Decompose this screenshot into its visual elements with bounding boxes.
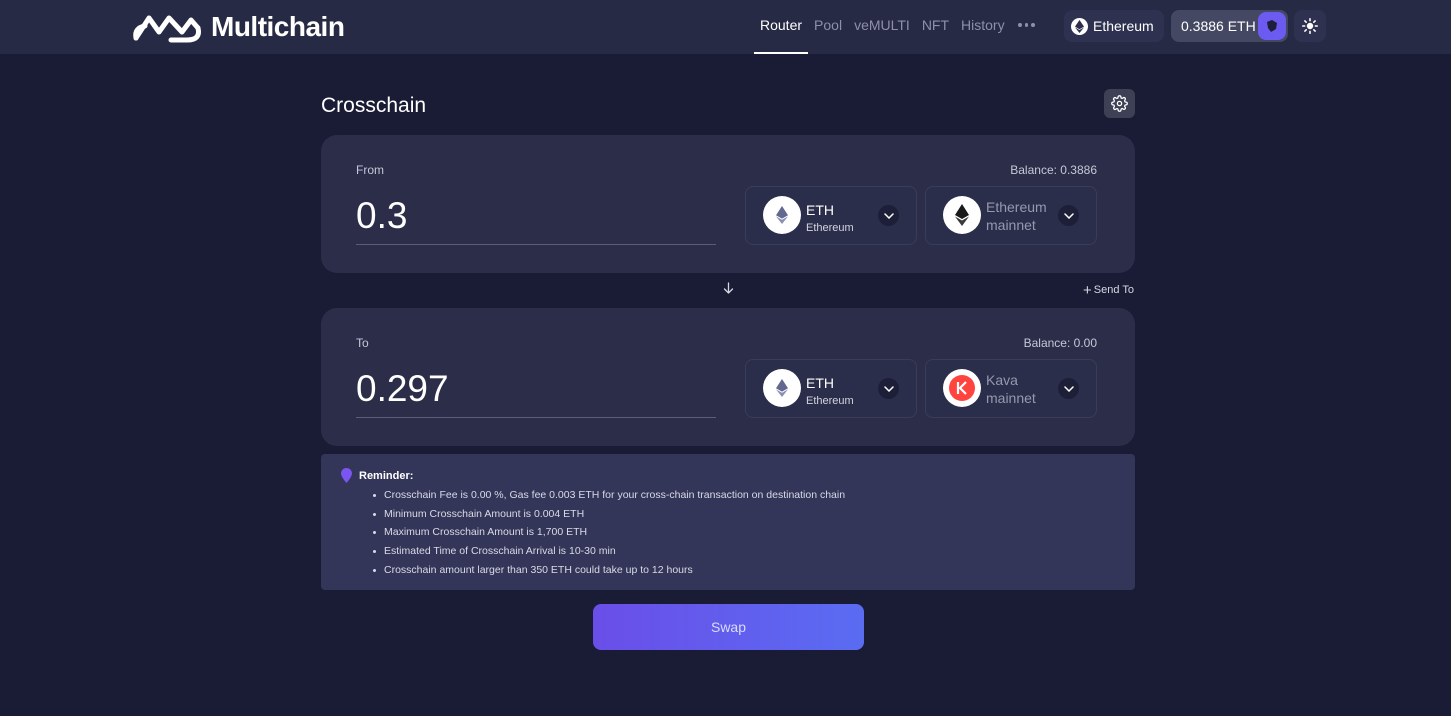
- to-balance: Balance: 0.00: [1023, 336, 1097, 350]
- swap-direction-arrow-icon[interactable]: [722, 282, 735, 295]
- top-navbar: Multichain Router Pool veMULTI NFT Histo…: [0, 0, 1451, 54]
- nav-vemulti[interactable]: veMULTI: [848, 0, 916, 54]
- from-token-symbol: ETH: [806, 202, 834, 218]
- nav-history[interactable]: History: [955, 0, 1011, 54]
- to-label: To: [356, 336, 369, 350]
- send-to-button[interactable]: + Send To: [1083, 281, 1134, 299]
- multichain-logo-icon: [133, 15, 201, 43]
- sun-icon: [1302, 18, 1318, 34]
- send-to-label: Send To: [1093, 284, 1134, 296]
- wallet-balance: 0.3886 ETH: [1181, 18, 1256, 34]
- reminder-title: Reminder:: [359, 470, 414, 482]
- to-panel: To Balance: 0.00 ETH Ethereum Kava mainn…: [321, 308, 1135, 446]
- settings-button[interactable]: [1104, 89, 1135, 118]
- theme-toggle-button[interactable]: [1294, 10, 1326, 42]
- reminder-item: Crosschain amount larger than 350 ETH co…: [372, 561, 845, 580]
- reminder-item: Maximum Crosschain Amount is 1,700 ETH: [372, 523, 845, 542]
- main-nav: Router Pool veMULTI NFT History: [754, 0, 1043, 54]
- pin-icon: [341, 468, 352, 483]
- reminder-item: Estimated Time of Crosschain Arrival is …: [372, 542, 845, 561]
- logo-text: Multichain: [211, 11, 345, 42]
- eth-token-icon: [763, 196, 801, 234]
- gear-icon: [1111, 95, 1128, 112]
- swap-button[interactable]: Swap: [593, 604, 864, 650]
- plus-icon: +: [1083, 281, 1092, 299]
- ethereum-icon: [1071, 17, 1088, 35]
- from-token-selector[interactable]: ETH Ethereum: [745, 186, 917, 245]
- page-title: Crosschain: [321, 94, 427, 117]
- from-chain-selector[interactable]: Ethereum mainnet: [925, 186, 1097, 245]
- multichain-logo[interactable]: Multichain: [131, 8, 345, 46]
- chevron-down-icon: [1058, 378, 1079, 399]
- nav-router[interactable]: Router: [754, 0, 809, 54]
- chevron-down-icon: [1058, 205, 1079, 226]
- to-token-network: Ethereum: [806, 395, 854, 407]
- wallet-balance-button[interactable]: 0.3886 ETH: [1171, 10, 1288, 42]
- kava-chain-icon: [943, 369, 981, 407]
- nav-pool[interactable]: Pool: [808, 0, 848, 54]
- from-balance: Balance: 0.3886: [1010, 163, 1097, 177]
- from-label: From: [356, 163, 384, 177]
- to-token-selector[interactable]: ETH Ethereum: [745, 359, 917, 418]
- to-chain-name: Kava mainnet: [986, 372, 1036, 406]
- to-token-symbol: ETH: [806, 375, 834, 391]
- from-panel: From Balance: 0.3886 ETH Ethereum Ethere…: [321, 135, 1135, 273]
- to-amount-input[interactable]: [356, 360, 716, 418]
- nav-nft[interactable]: NFT: [916, 0, 955, 54]
- reminder-item: Minimum Crosschain Amount is 0.004 ETH: [372, 505, 845, 524]
- eth-token-icon: [763, 369, 801, 407]
- from-chain-name: Ethereum mainnet: [986, 199, 1047, 233]
- chevron-down-icon: [878, 378, 899, 399]
- chevron-down-icon: [878, 205, 899, 226]
- to-chain-selector[interactable]: Kava mainnet: [925, 359, 1097, 418]
- from-amount-input[interactable]: [356, 187, 716, 245]
- network-label: Ethereum: [1093, 18, 1154, 34]
- from-token-network: Ethereum: [806, 222, 854, 234]
- ethereum-chain-icon: [943, 196, 981, 234]
- more-menu-icon[interactable]: [1011, 0, 1043, 54]
- wallet-avatar-icon: [1258, 12, 1286, 40]
- network-selector-button[interactable]: Ethereum: [1064, 10, 1164, 42]
- reminder-list: Crosschain Fee is 0.00 %, Gas fee 0.003 …: [372, 486, 845, 580]
- reminder-box: Reminder: Crosschain Fee is 0.00 %, Gas …: [321, 454, 1135, 590]
- reminder-item: Crosschain Fee is 0.00 %, Gas fee 0.003 …: [372, 486, 845, 505]
